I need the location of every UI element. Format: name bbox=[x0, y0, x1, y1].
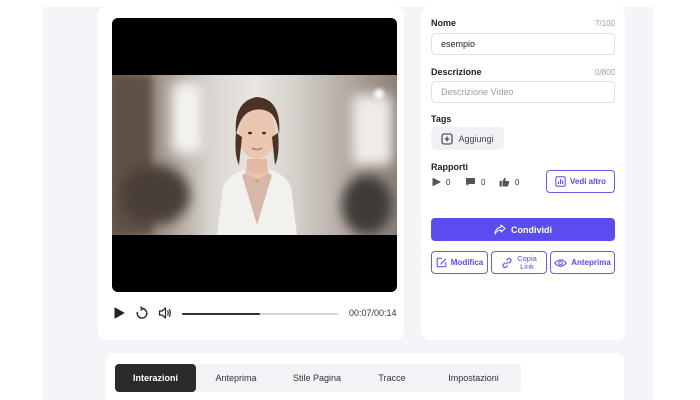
video-controls: 00:07/00:14 bbox=[112, 305, 397, 323]
views-stat: 0 bbox=[431, 177, 450, 187]
views-count: 0 bbox=[446, 177, 451, 187]
comments-stat: 0 bbox=[465, 177, 485, 187]
add-tag-button[interactable]: Aggiungi bbox=[431, 127, 504, 150]
presenter-image bbox=[217, 97, 297, 235]
plus-box-icon bbox=[441, 132, 454, 145]
name-input[interactable] bbox=[431, 33, 615, 55]
copy-link-button[interactable]: Copia Link bbox=[491, 251, 547, 274]
tab-interactions[interactable]: Interazioni bbox=[115, 364, 196, 392]
bar-chart-icon bbox=[555, 176, 566, 187]
link-icon bbox=[502, 257, 512, 268]
comments-count: 0 bbox=[481, 177, 486, 187]
video-player[interactable] bbox=[112, 18, 397, 292]
edit-button[interactable]: Modifica bbox=[431, 251, 488, 274]
video-time: 00:07/00:14 bbox=[349, 308, 397, 318]
likes-count: 0 bbox=[515, 177, 520, 187]
copy-link-text: Copia Link bbox=[517, 254, 537, 271]
play-icon[interactable] bbox=[112, 306, 126, 320]
tab-settings[interactable]: Impostazioni bbox=[426, 364, 521, 392]
replay-icon[interactable] bbox=[135, 306, 149, 320]
video-progress-fill bbox=[182, 313, 260, 315]
description-input[interactable] bbox=[431, 81, 615, 103]
reports-label: Rapporti bbox=[431, 162, 468, 172]
edit-label: Modifica bbox=[450, 258, 484, 267]
share-button[interactable]: Condividi bbox=[431, 218, 615, 241]
name-counter: 7/100 bbox=[594, 19, 615, 28]
tags-label: Tags bbox=[431, 114, 452, 124]
video-progress-bar[interactable] bbox=[182, 313, 338, 315]
share-icon bbox=[494, 224, 506, 235]
see-more-label: Vedi altro bbox=[569, 177, 606, 186]
description-counter: 0/800 bbox=[594, 68, 615, 77]
description-label: Descrizione bbox=[431, 67, 482, 77]
thumbs-up-icon bbox=[499, 177, 510, 187]
copy-link-line2: Link bbox=[520, 261, 534, 271]
views-play-icon bbox=[432, 178, 441, 186]
preview-label: Anteprima bbox=[571, 258, 611, 267]
tab-page-style[interactable]: Stile Pagina bbox=[276, 364, 358, 392]
volume-icon[interactable] bbox=[158, 306, 172, 320]
tab-preview[interactable]: Anteprima bbox=[196, 364, 276, 392]
comment-icon bbox=[466, 178, 475, 186]
eye-icon bbox=[554, 258, 568, 267]
tab-tracks[interactable]: Tracce bbox=[358, 364, 426, 392]
video-frame bbox=[112, 75, 397, 235]
preview-button[interactable]: Anteprima bbox=[550, 251, 615, 274]
edit-icon bbox=[436, 257, 447, 268]
tabs-bar: Interazioni Anteprima Stile Pagina Tracc… bbox=[115, 364, 521, 392]
likes-stat: 0 bbox=[499, 177, 519, 187]
share-label: Condividi bbox=[511, 224, 552, 235]
see-more-button[interactable]: Vedi altro bbox=[546, 170, 615, 193]
add-tag-label: Aggiungi bbox=[458, 133, 494, 144]
name-label: Nome bbox=[431, 18, 457, 28]
